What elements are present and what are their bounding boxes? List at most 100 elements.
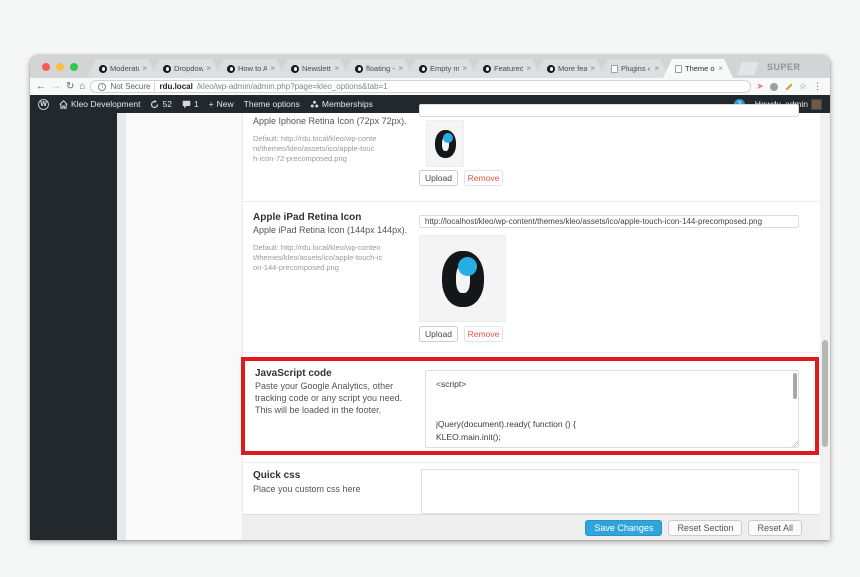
tab-more-features[interactable]: More feature× (535, 59, 605, 78)
tab-close-icon[interactable]: × (270, 65, 275, 73)
new-tab-button[interactable] (737, 62, 759, 75)
ipad-icon-preview (419, 235, 506, 322)
bookmark-star-icon[interactable]: ☆ (799, 82, 807, 91)
forward-icon[interactable]: → (51, 81, 61, 92)
tab-how-to-add[interactable]: How to Add× (215, 59, 285, 78)
options-nav-column (126, 113, 243, 540)
tab-featured-image[interactable]: Featured im× (471, 59, 541, 78)
tab-strip: Moderator D× Dropdown M× How to Add× New… (87, 55, 727, 78)
javascript-code-wrapper: <script> jQuery(document).ready( functio… (425, 370, 799, 448)
iphone-icon-description: Apple Iphone Retina Icon (72px 72px). (253, 116, 407, 126)
ipad-upload-button[interactable]: Upload (419, 326, 458, 342)
tab-theme-options[interactable]: Theme optio× (663, 59, 733, 78)
back-icon[interactable]: ← (36, 81, 46, 92)
address-bar: ← → ↻ ⌂ i Not Secure rdu.local/kleo/wp-a… (30, 78, 830, 95)
comment-icon (182, 100, 191, 109)
javascript-code-textarea[interactable]: <script> jQuery(document).ready( functio… (425, 370, 799, 448)
url-field[interactable]: i Not Secure rdu.local/kleo/wp-admin/adm… (90, 80, 752, 93)
extension-pink-icon[interactable]: ➤ (756, 82, 764, 91)
adminbar-memberships[interactable]: Memberships (310, 99, 373, 109)
quickcss-textarea[interactable] (421, 469, 799, 514)
textarea-resize-handle[interactable] (791, 440, 798, 447)
zoom-window-button[interactable] (70, 62, 78, 71)
updates-icon (150, 99, 159, 109)
kleo-favicon (483, 65, 491, 73)
chrome-menu-icon[interactable]: ⋮ (813, 82, 822, 91)
textarea-scrollbar[interactable] (793, 373, 797, 399)
url-separator (154, 82, 156, 91)
tab-close-icon[interactable]: × (718, 65, 723, 73)
browser-window: Moderator D× Dropdown M× How to Add× New… (30, 55, 830, 540)
wordpress-logo-icon[interactable]: W (38, 98, 49, 110)
tab-close-icon[interactable]: × (206, 65, 211, 73)
adminbar-new[interactable]: + New (209, 99, 234, 109)
home-icon (59, 99, 68, 109)
kleo-favicon (419, 65, 427, 73)
kleo-favicon (355, 65, 363, 73)
kleo-blue-dot (442, 132, 453, 143)
home-icon[interactable]: ⌂ (79, 81, 85, 92)
avatar (811, 98, 822, 110)
url-path: /kleo/wp-admin/admin.php?page=kleo_optio… (196, 82, 388, 91)
adminbar-theme-options[interactable]: Theme options (244, 99, 300, 109)
watermark-text: SUPER (767, 62, 801, 72)
tab-close-icon[interactable]: × (142, 65, 147, 73)
ipad-icon-default-url: Default: http://rdu.local/kleo/wp-conten… (253, 243, 383, 273)
javascript-description-2: This will be loaded in the footer. (255, 405, 382, 415)
close-window-button[interactable] (42, 62, 50, 71)
plus-icon: + (208, 99, 214, 109)
reload-icon[interactable]: ↻ (66, 81, 74, 92)
tab-close-icon[interactable]: × (398, 65, 403, 73)
tab-moderator[interactable]: Moderator D× (87, 59, 157, 78)
kleo-favicon (291, 65, 299, 73)
kleo-o-logo (441, 250, 484, 307)
ipad-icon-description: Apple iPad Retina Icon (144px 144px). (253, 225, 408, 235)
reset-section-button[interactable]: Reset Section (668, 519, 743, 536)
tab-newsletter[interactable]: Newsletter w× (279, 59, 349, 78)
ipad-icon-title: Apple iPad Retina Icon (253, 212, 362, 223)
tab-bar: Moderator D× Dropdown M× How to Add× New… (30, 55, 830, 78)
page-scrollbar-track (820, 113, 830, 540)
tab-close-icon[interactable]: × (462, 65, 467, 73)
quickcss-title: Quick css (253, 470, 301, 481)
tab-floating[interactable]: floating - Se× (343, 59, 413, 78)
adminbar-site-link[interactable]: Kleo Development (59, 99, 140, 109)
info-icon[interactable]: i (98, 82, 107, 91)
iphone-remove-button[interactable]: Remove (464, 170, 503, 186)
adminbar-comments[interactable]: 1 (182, 99, 199, 109)
ipad-icon-url-input[interactable] (419, 215, 799, 228)
ipad-remove-button[interactable]: Remove (464, 326, 503, 342)
options-footer: Save Changes Reset Section Reset All (243, 514, 820, 540)
sidebar-gutter (117, 113, 126, 540)
tab-close-icon[interactable]: × (334, 65, 339, 73)
section-divider (243, 462, 820, 463)
iphone-icon-default-url: Default: http://rdu.local/kleo/wp-conten… (253, 134, 377, 164)
document-favicon (611, 65, 618, 73)
javascript-description-1: Paste your Google Analytics, other track… (255, 381, 403, 403)
adminbar-updates[interactable]: 52 (150, 99, 172, 109)
reset-all-button[interactable]: Reset All (748, 519, 802, 536)
tab-close-icon[interactable]: × (526, 65, 531, 73)
document-favicon (675, 65, 682, 73)
tab-dropdown[interactable]: Dropdown M× (151, 59, 221, 78)
iphone-icon-url-input[interactable] (419, 104, 799, 117)
tab-close-icon[interactable]: × (590, 65, 595, 73)
tab-close-icon[interactable]: × (654, 65, 659, 73)
pencil-extension-icon[interactable] (784, 82, 793, 91)
javascript-title: JavaScript code (255, 368, 332, 379)
traffic-lights (30, 55, 87, 78)
wp-admin-sidebar (30, 113, 117, 540)
save-changes-button[interactable]: Save Changes (585, 519, 663, 536)
extension-gray-icon[interactable] (769, 82, 778, 91)
page-scrollbar-thumb[interactable] (822, 340, 828, 447)
tab-plugins[interactable]: Plugins ‹ Sw× (599, 59, 669, 78)
quickcss-description: Place you custom css here (253, 484, 361, 494)
section-divider (243, 352, 820, 353)
kleo-o-logo (434, 129, 456, 158)
minimize-window-button[interactable] (56, 62, 64, 71)
kleo-favicon (163, 65, 171, 73)
section-divider (243, 201, 820, 202)
iphone-upload-button[interactable]: Upload (419, 170, 458, 186)
tab-empty-menu[interactable]: Empty menu× (407, 59, 477, 78)
extension-icons: ➤ ☆ ⋮ (756, 82, 824, 91)
